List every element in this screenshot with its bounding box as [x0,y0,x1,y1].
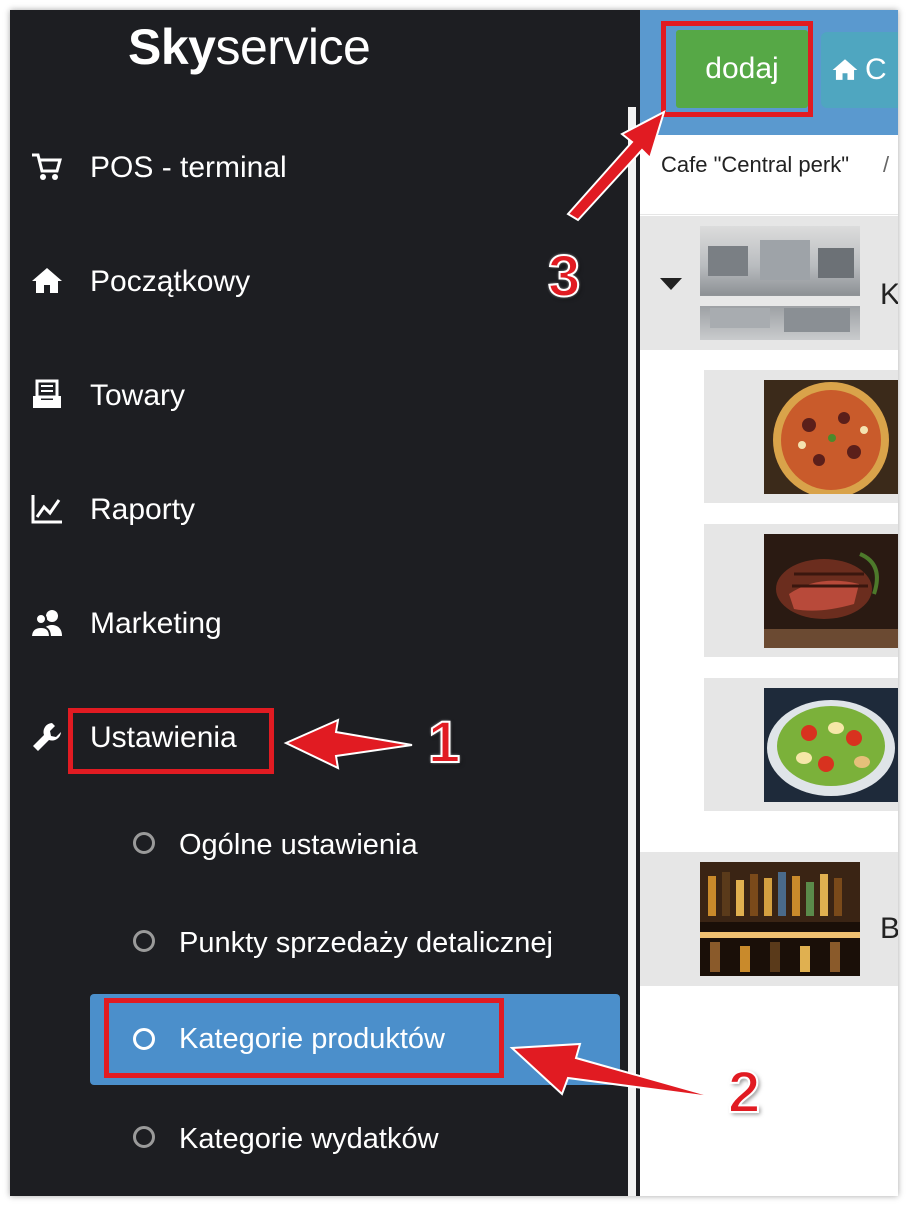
step-number-3: 3 [547,244,581,309]
nav-item-marketing[interactable]: Marketing [10,594,610,654]
arrow-left-icon [509,1042,719,1099]
home-icon [832,59,858,80]
step-number-2: 2 [727,1060,761,1125]
home-button[interactable]: C [821,32,898,108]
category-name: B [880,912,898,945]
category-name: K [880,278,898,311]
nav-item-raporty[interactable]: Raporty [10,480,610,540]
category-row[interactable]: B [640,852,898,986]
users-icon [29,606,64,640]
sub-item-label: Punkty sprzedaży detalicznej [179,927,553,959]
kitchen-photo [700,226,860,340]
subcategory-row[interactable] [704,678,898,811]
home-icon [30,264,64,298]
step-number-1: 1 [427,710,461,775]
arrow-left-icon [283,718,413,770]
sub-item-label: Kategorie wydatków [179,1123,439,1155]
arrow-up-right-icon [566,110,666,222]
logo-light-text: service [215,19,371,75]
circle-icon [133,930,155,952]
pizza-photo [764,380,898,494]
subcategory-row[interactable] [704,370,898,503]
sub-item-label: Ogólne ustawienia [179,829,418,861]
nav-item-towary[interactable]: Towary [10,366,610,426]
app-window: Skyservice POS - terminal Początkowy Tow… [10,10,898,1196]
highlight-box-add-button [661,21,813,117]
nav-label: Początkowy [90,265,251,298]
nav-item-pos-terminal[interactable]: POS - terminal [10,138,610,198]
category-row[interactable]: K [640,216,898,350]
circle-icon [133,1126,155,1148]
sub-item-ogolne-ustawienia[interactable]: Ogólne ustawienia [90,816,620,874]
breadcrumb-separator: / [883,152,890,177]
main-content: dodaj C Cafe "Central perk" / K B [640,10,898,1196]
steak-photo [764,534,898,648]
nav-label: Marketing [90,607,222,640]
caret-down-icon[interactable] [660,278,682,290]
nav-label: Raporty [90,493,196,526]
home-button-label: C [865,53,887,86]
nav-item-poczatkowy[interactable]: Początkowy [10,252,610,312]
highlight-box-ustawienia [68,708,274,774]
chart-icon [30,492,64,526]
highlight-box-kategorie [104,998,504,1078]
subcategory-row[interactable] [704,524,898,657]
sub-item-punkty-sprzedazy[interactable]: Punkty sprzedaży detalicznej [90,914,620,972]
breadcrumb-place[interactable]: Cafe "Central perk" [661,135,849,195]
bar-photo [700,862,860,976]
sub-item-kategorie-wydatkow[interactable]: Kategorie wydatków [90,1110,620,1168]
circle-icon [133,832,155,854]
wrench-icon [30,720,64,754]
skyservice-logo[interactable]: Skyservice [128,14,371,80]
nav-label: POS - terminal [90,151,287,184]
salad-photo [764,688,898,802]
nav-label: Towary [90,379,186,412]
cart-icon [30,150,64,184]
logo-bold-text: Sky [128,19,216,75]
breadcrumb: Cafe "Central perk" / [640,135,898,215]
inbox-icon [30,378,64,412]
